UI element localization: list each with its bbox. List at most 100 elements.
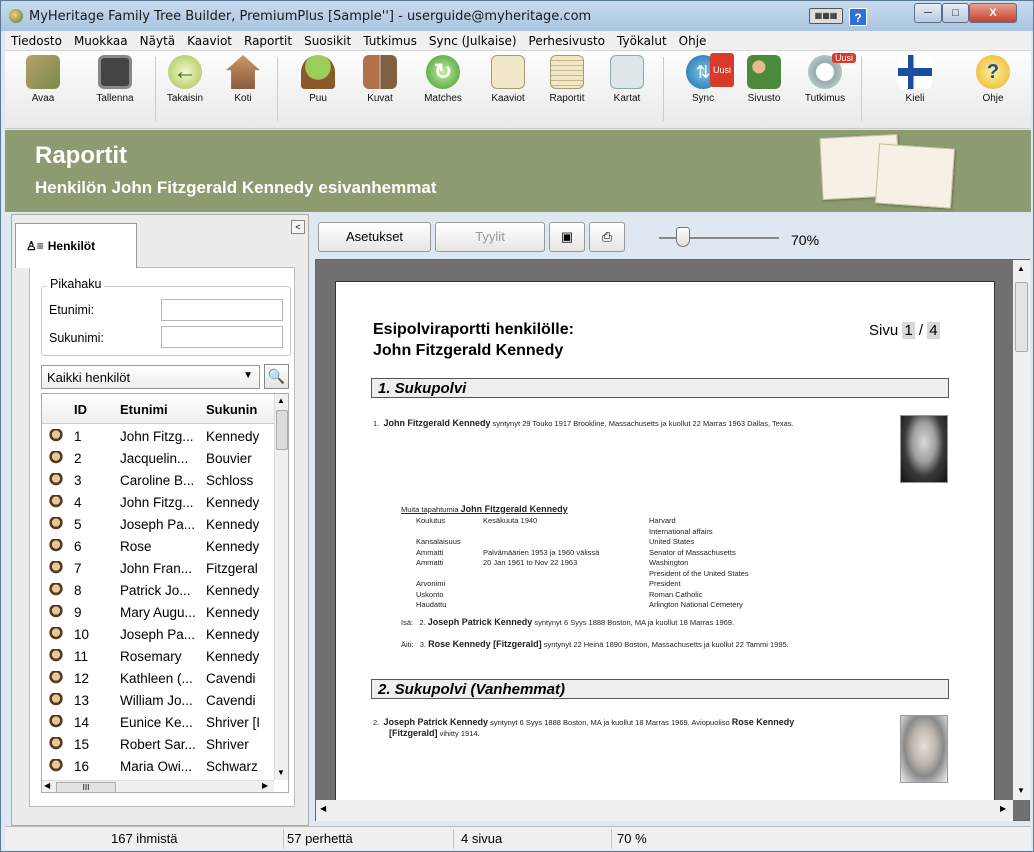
menu-view[interactable]: Näytä bbox=[134, 34, 182, 48]
menu-sync[interactable]: Sync (Julkaise) bbox=[423, 34, 523, 48]
table-horizontal-scrollbar[interactable]: ◀ III ▶ bbox=[42, 780, 274, 792]
home-icon bbox=[226, 55, 260, 89]
research-button[interactable]: Uusi Tutkimus bbox=[795, 53, 856, 104]
table-row[interactable]: 10 Joseph Pa... Kennedy bbox=[42, 624, 274, 646]
lastname-input[interactable] bbox=[161, 326, 283, 348]
preview-vertical-scrollbar[interactable]: ▲ ▼ bbox=[1013, 260, 1030, 800]
open-button[interactable]: Avaa bbox=[13, 55, 73, 104]
scroll-up-icon[interactable]: ▲ bbox=[1017, 264, 1025, 273]
table-vertical-scrollbar[interactable]: ▲ ▼ bbox=[274, 394, 288, 780]
minimize-button[interactable]: ─ bbox=[914, 3, 942, 23]
table-row[interactable]: 6 Rose Kennedy bbox=[42, 536, 274, 558]
table-row[interactable]: 13 William Jo... Cavendi bbox=[42, 690, 274, 712]
events-person: John Fitzgerald Kennedy bbox=[460, 504, 568, 514]
table-row[interactable]: 15 Robert Sar... Shriver bbox=[42, 734, 274, 756]
table-row[interactable]: 4 John Fitzg... Kennedy bbox=[42, 492, 274, 514]
entry-name[interactable]: John Fitzgerald Kennedy bbox=[383, 418, 490, 428]
keyboard-icon[interactable]: ▦▦▦ bbox=[809, 8, 843, 24]
person-photo[interactable] bbox=[900, 415, 948, 483]
event-type: Kansalaisuus bbox=[416, 537, 461, 546]
scroll-left-icon[interactable]: ◀ bbox=[44, 781, 50, 790]
table-row[interactable]: 14 Eunice Ke... Shriver [I bbox=[42, 712, 274, 734]
scroll-thumb[interactable]: III bbox=[56, 782, 116, 792]
scroll-down-icon[interactable]: ▼ bbox=[277, 768, 285, 777]
people-filter-select[interactable]: Kaikki henkilöt ▼ bbox=[41, 365, 260, 389]
photos-label: Kuvat bbox=[367, 93, 393, 104]
help-icon[interactable]: ? bbox=[849, 8, 867, 26]
cell-id: 12 bbox=[74, 671, 90, 686]
spouse-name[interactable]: Rose Kennedy bbox=[732, 717, 795, 727]
site-button[interactable]: Sivusto bbox=[734, 55, 794, 104]
table-row[interactable]: 16 Maria Owi... Schwarz bbox=[42, 756, 274, 778]
print-button[interactable]: ⎙ bbox=[589, 222, 625, 252]
table-row[interactable]: 3 Caroline B... Schloss bbox=[42, 470, 274, 492]
menu-reports[interactable]: Raportit bbox=[238, 34, 298, 48]
menu-family-site[interactable]: Perhesivusto bbox=[523, 34, 612, 48]
event-place: Arlington National Cemetery bbox=[649, 600, 743, 609]
zoom-slider-handle[interactable] bbox=[676, 227, 690, 247]
cell-lastname: Cavendi bbox=[206, 693, 256, 708]
column-lastname[interactable]: Sukunin bbox=[206, 402, 257, 417]
menu-research[interactable]: Tutkimus bbox=[357, 34, 423, 48]
maps-button[interactable]: Kartat bbox=[597, 55, 657, 104]
scroll-thumb[interactable] bbox=[1015, 282, 1028, 352]
tab-people[interactable]: ♙≡ Henkilöt bbox=[15, 223, 137, 268]
sync-button[interactable]: ⇅ Uusi Sync bbox=[673, 53, 734, 104]
firstname-input[interactable] bbox=[161, 299, 283, 321]
matches-button[interactable]: ↻ Matches bbox=[413, 55, 473, 104]
language-button[interactable]: Kieli bbox=[885, 55, 945, 104]
person-icon bbox=[48, 561, 64, 577]
menu-favorites[interactable]: Suosikit bbox=[298, 34, 357, 48]
scroll-right-icon[interactable]: ▶ bbox=[262, 781, 268, 790]
photos-button[interactable]: Kuvat bbox=[350, 55, 410, 104]
table-row[interactable]: 1 John Fitzg... Kennedy bbox=[42, 426, 274, 448]
settings-button[interactable]: Asetukset bbox=[318, 222, 431, 252]
back-button[interactable]: ← Takaisin bbox=[155, 55, 215, 104]
table-row[interactable]: 5 Joseph Pa... Kennedy bbox=[42, 514, 274, 536]
person-icon bbox=[48, 737, 64, 753]
search-button[interactable]: 🔍 bbox=[264, 364, 289, 389]
column-id[interactable]: ID bbox=[74, 402, 87, 417]
close-button[interactable]: X bbox=[969, 3, 1017, 23]
person-photo[interactable] bbox=[900, 715, 948, 783]
menu-edit[interactable]: Muokkaa bbox=[68, 34, 134, 48]
column-firstname[interactable]: Etunimi bbox=[120, 402, 168, 417]
maximize-button[interactable]: □ bbox=[942, 3, 969, 23]
gen2-entry-cont: [Fitzgerald] vihitty 1914. bbox=[389, 728, 480, 738]
menu-tools[interactable]: Työkalut bbox=[611, 34, 673, 48]
home-button[interactable]: Koti bbox=[213, 55, 273, 104]
styles-button[interactable]: Tyylit bbox=[435, 222, 545, 252]
scroll-thumb[interactable] bbox=[276, 410, 288, 450]
tree-button[interactable]: Puu bbox=[288, 55, 348, 104]
table-row[interactable]: 9 Mary Augu... Kennedy bbox=[42, 602, 274, 624]
main-toolbar: Avaa Tallenna ← Takaisin Koti Puu Kuvat … bbox=[5, 51, 1031, 129]
table-row[interactable]: 2 Jacquelin... Bouvier bbox=[42, 448, 274, 470]
tree-icon bbox=[301, 55, 335, 89]
scroll-right-icon[interactable]: ▶ bbox=[1000, 804, 1006, 813]
table-row[interactable]: 11 Rosemary Kennedy bbox=[42, 646, 274, 668]
toolbar-divider bbox=[277, 57, 278, 121]
page-subtitle: Henkilön John Fitzgerald Kennedy esivanh… bbox=[35, 178, 437, 197]
preview-horizontal-scrollbar[interactable]: ◀ ▶ bbox=[316, 800, 1013, 821]
menu-file[interactable]: Tiedosto bbox=[5, 34, 68, 48]
table-row[interactable]: 8 Patrick Jo... Kennedy bbox=[42, 580, 274, 602]
entry-name[interactable]: Joseph Patrick Kennedy bbox=[383, 717, 488, 727]
person-icon bbox=[48, 649, 64, 665]
reports-button[interactable]: Raportit bbox=[537, 55, 597, 104]
scroll-down-icon[interactable]: ▼ bbox=[1017, 786, 1025, 795]
mother-name[interactable]: Rose Kennedy [Fitzgerald] bbox=[428, 639, 542, 649]
menu-help[interactable]: Ohje bbox=[673, 34, 713, 48]
family-site-icon bbox=[747, 55, 781, 89]
help-button[interactable]: ? Ohje bbox=[963, 55, 1023, 104]
collapse-panel-button[interactable]: < bbox=[291, 220, 305, 234]
save-button[interactable]: Tallenna bbox=[85, 55, 145, 104]
status-bar: 167 ihmistä 57 perhettä 4 sivua 70 % bbox=[5, 826, 1031, 850]
scroll-left-icon[interactable]: ◀ bbox=[320, 804, 326, 813]
scroll-up-icon[interactable]: ▲ bbox=[277, 396, 285, 405]
father-name[interactable]: Joseph Patrick Kennedy bbox=[428, 617, 533, 627]
table-row[interactable]: 12 Kathleen (... Cavendi bbox=[42, 668, 274, 690]
save-report-button[interactable]: ▣ bbox=[549, 222, 585, 252]
menu-charts[interactable]: Kaaviot bbox=[181, 34, 238, 48]
table-row[interactable]: 7 John Fran... Fitzgeral bbox=[42, 558, 274, 580]
charts-button[interactable]: Kaaviot bbox=[478, 55, 538, 104]
